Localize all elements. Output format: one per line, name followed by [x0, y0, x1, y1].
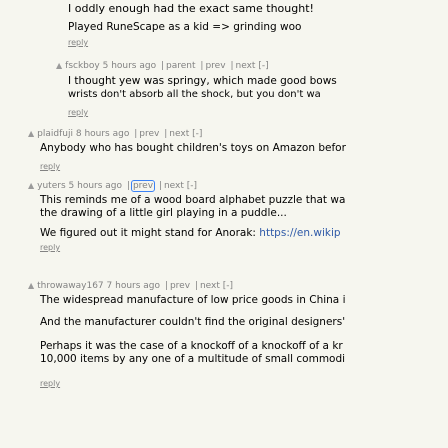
collapse-toggle[interactable]: [-] [258, 61, 268, 71]
comment-text-line: Perhaps it was the case of a knockoff of… [40, 340, 343, 352]
collapse-toggle[interactable]: [-] [223, 281, 233, 291]
comment-text-line: the drawing of a little girl playing in … [40, 207, 287, 219]
collapse-toggle[interactable]: [-] [192, 129, 202, 139]
comment-text-line: Played RuneScape as a kid => grinding wo… [68, 21, 302, 33]
upvote-arrow-icon[interactable]: ▲ [28, 179, 34, 192]
comment: I oddly enough had the exact same though… [68, 0, 314, 49]
upvote-arrow-icon[interactable]: ▲ [28, 127, 34, 140]
comment-user[interactable]: plaidfuji [37, 129, 73, 139]
comment: ▲ plaidfuji 8 hours ago | prev | next [-] A… [28, 127, 346, 173]
prev-link[interactable]: prev [130, 180, 156, 192]
upvote-arrow-icon[interactable]: ▲ [28, 279, 34, 292]
comment-text-line: 10,000 items by any one of a multitude o… [40, 353, 346, 365]
reply-link[interactable]: reply [40, 242, 345, 254]
comment-thread: I oddly enough had the exact same though… [0, 0, 448, 448]
comment-text-line: I thought yew was springy, which made go… [68, 75, 337, 87]
comment-user[interactable]: yuters [37, 181, 66, 191]
reply-link[interactable]: reply [40, 161, 346, 173]
comment-age[interactable]: 5 hours ago [103, 61, 157, 71]
reply-link[interactable]: reply [68, 37, 314, 49]
comment-text-line: I oddly enough had the exact same though… [68, 2, 314, 15]
wikipedia-link[interactable]: https://en.wikip [259, 227, 340, 239]
next-link[interactable]: next [169, 129, 189, 139]
comment-age[interactable]: 5 hours ago [69, 181, 123, 191]
next-link[interactable]: next [164, 181, 184, 191]
comment-text-line: We figured out it might stand for Anorak… [40, 227, 345, 240]
comment-text-line: And the manufacturer couldn't find the o… [40, 316, 346, 328]
prev-link[interactable]: prev [205, 61, 225, 71]
reply-link[interactable]: reply [68, 107, 337, 119]
comment-meta: ▲ plaidfuji 8 hours ago | prev | next [-] [28, 127, 203, 140]
comment-user[interactable]: throwaway167 [37, 281, 104, 291]
comment-meta: ▲ fsckboy 5 hours ago | parent | prev | next… [56, 59, 269, 72]
comment-text-line: Anybody who has bought children's toys o… [40, 142, 346, 154]
comment-meta: ▲ yuters 5 hours ago | prev | next [-] [28, 179, 198, 192]
comment-text: We figured out it might stand for Anorak… [40, 227, 260, 239]
prev-link[interactable]: prev [139, 129, 159, 139]
prev-link[interactable]: prev [170, 281, 190, 291]
comment: ▲ yuters 5 hours ago | prev | next [-] This… [28, 179, 346, 254]
reply-link[interactable]: reply [40, 378, 345, 390]
comment: ▲ fsckboy 5 hours ago | parent | prev | next… [56, 59, 337, 119]
comment-text-line: wrists don't absorb all the shock, but y… [68, 89, 321, 100]
comment: ▲ throwaway167 7 hours ago | prev | next [-… [28, 279, 346, 390]
next-link[interactable]: next [200, 281, 220, 291]
comment-meta: ▲ throwaway167 7 hours ago | prev | next [-… [28, 279, 234, 292]
next-link[interactable]: next [235, 61, 255, 71]
collapse-toggle[interactable]: [-] [187, 181, 197, 191]
comment-text-line: This reminds me of a wood board alphabet… [40, 194, 346, 206]
upvote-arrow-icon[interactable]: ▲ [56, 59, 62, 72]
comment-age[interactable]: 7 hours ago [107, 281, 161, 291]
parent-link[interactable]: parent [166, 61, 196, 71]
comment-text-line: The widespread manufacture of low price … [40, 294, 346, 306]
comment-user[interactable]: fsckboy [65, 61, 100, 71]
comment-age[interactable]: 8 hours ago [76, 129, 130, 139]
